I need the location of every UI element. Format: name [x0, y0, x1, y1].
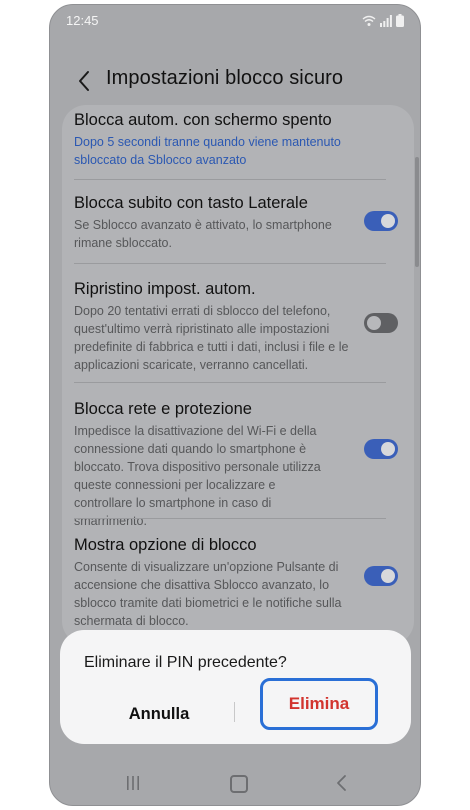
setting-description: Se Sblocco avanzato è attivato, lo smart… [74, 218, 332, 250]
lockdown-option-toggle[interactable] [364, 566, 398, 586]
status-bar: 12:45 [50, 5, 420, 35]
delete-pin-dialog: Eliminare il PIN precedente? Annulla Eli… [60, 630, 411, 744]
setting-title: Ripristino impost. autom. [74, 280, 256, 298]
setting-title: Mostra opzione di blocco [74, 536, 257, 554]
toggle-knob [367, 316, 381, 330]
home-icon[interactable] [230, 775, 248, 793]
battery-icon [396, 14, 404, 27]
setting-description: Dopo 5 secondi tranne quando viene mante… [74, 135, 341, 167]
recent-apps-icon[interactable] [125, 775, 141, 791]
setting-title: Blocca subito con tasto Laterale [74, 194, 308, 212]
wifi-icon [362, 15, 376, 26]
toggle-knob [381, 442, 395, 456]
setting-title: Blocca autom. con schermo spento [74, 111, 332, 129]
divider [74, 518, 386, 519]
setting-title: Blocca rete e protezione [74, 400, 252, 418]
divider [74, 263, 386, 264]
setting-description: Consente di visualizzare un'opzione Puls… [74, 560, 342, 628]
divider [74, 179, 386, 180]
setting-description: Dopo 20 tentativi errati di sblocco del … [74, 304, 349, 372]
status-icons [362, 14, 404, 27]
nav-back-icon[interactable] [335, 773, 349, 793]
scrollbar[interactable] [415, 157, 419, 267]
setting-network-protection[interactable]: Blocca rete e protezione Impedisce la di… [74, 399, 386, 530]
setting-lockdown-option[interactable]: Mostra opzione di blocco Consente di vis… [74, 535, 386, 630]
divider [74, 382, 386, 383]
signal-icon [380, 14, 392, 27]
setting-description: Impedisce la disattivazione del Wi-Fi e … [74, 424, 321, 528]
settings-card: Blocca autom. con schermo spento Dopo 5 … [62, 105, 414, 645]
status-time: 12:45 [66, 13, 99, 28]
page-header: Impostazioni blocco sicuro [50, 65, 420, 101]
button-divider [234, 702, 235, 722]
toggle-knob [381, 214, 395, 228]
auto-factory-reset-toggle[interactable] [364, 313, 398, 333]
setting-auto-lock[interactable]: Blocca autom. con schermo spento Dopo 5 … [74, 110, 386, 169]
toggle-knob [381, 569, 395, 583]
setting-auto-factory-reset[interactable]: Ripristino impost. autom. Dopo 20 tentat… [74, 279, 386, 374]
delete-button[interactable]: Elimina [260, 678, 378, 730]
dialog-message: Eliminare il PIN precedente? [84, 654, 287, 671]
back-arrow-icon[interactable] [72, 67, 96, 95]
setting-side-key-lock[interactable]: Blocca subito con tasto Laterale Se Sblo… [74, 193, 386, 252]
phone-screen: 12:45 Impostazioni blocco sicuro Blocca … [49, 4, 421, 806]
navigation-bar [50, 765, 420, 805]
cancel-button[interactable]: Annulla [106, 696, 212, 732]
network-protection-toggle[interactable] [364, 439, 398, 459]
side-key-lock-toggle[interactable] [364, 211, 398, 231]
page-title: Impostazioni blocco sicuro [106, 67, 344, 89]
